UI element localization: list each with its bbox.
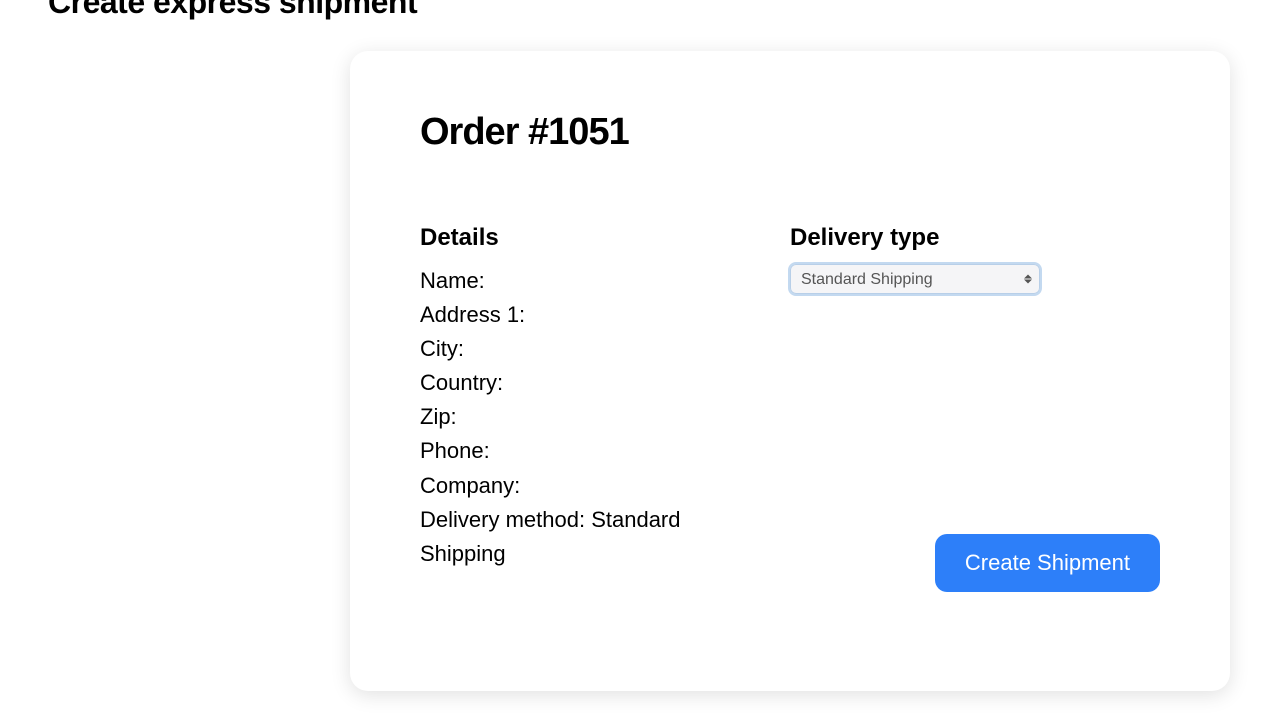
page-title: Create express shipment — [48, 0, 1280, 21]
create-shipment-button[interactable]: Create Shipment — [935, 534, 1160, 592]
delivery-type-select-wrap: Standard Shipping — [790, 264, 1040, 294]
detail-company: Company: — [420, 469, 730, 503]
detail-name: Name: — [420, 264, 730, 298]
delivery-type-select[interactable]: Standard Shipping — [790, 264, 1040, 294]
detail-delivery-method: Delivery method: Standard Shipping — [420, 503, 730, 571]
detail-country: Country: — [420, 366, 730, 400]
delivery-method-label: Delivery method: — [420, 507, 585, 532]
detail-city: City: — [420, 332, 730, 366]
shipment-card: Order #1051 Details Name: Address 1: Cit… — [350, 51, 1230, 691]
card-content: Details Name: Address 1: City: Country: … — [420, 224, 1160, 592]
detail-phone: Phone: — [420, 434, 730, 468]
detail-zip: Zip: — [420, 400, 730, 434]
delivery-type-heading: Delivery type — [790, 224, 1160, 252]
detail-address1: Address 1: — [420, 298, 730, 332]
delivery-column: Delivery type Standard Shipping Create S… — [790, 224, 1160, 592]
details-heading: Details — [420, 224, 730, 252]
details-column: Details Name: Address 1: City: Country: … — [420, 224, 730, 592]
order-title: Order #1051 — [420, 111, 1160, 154]
